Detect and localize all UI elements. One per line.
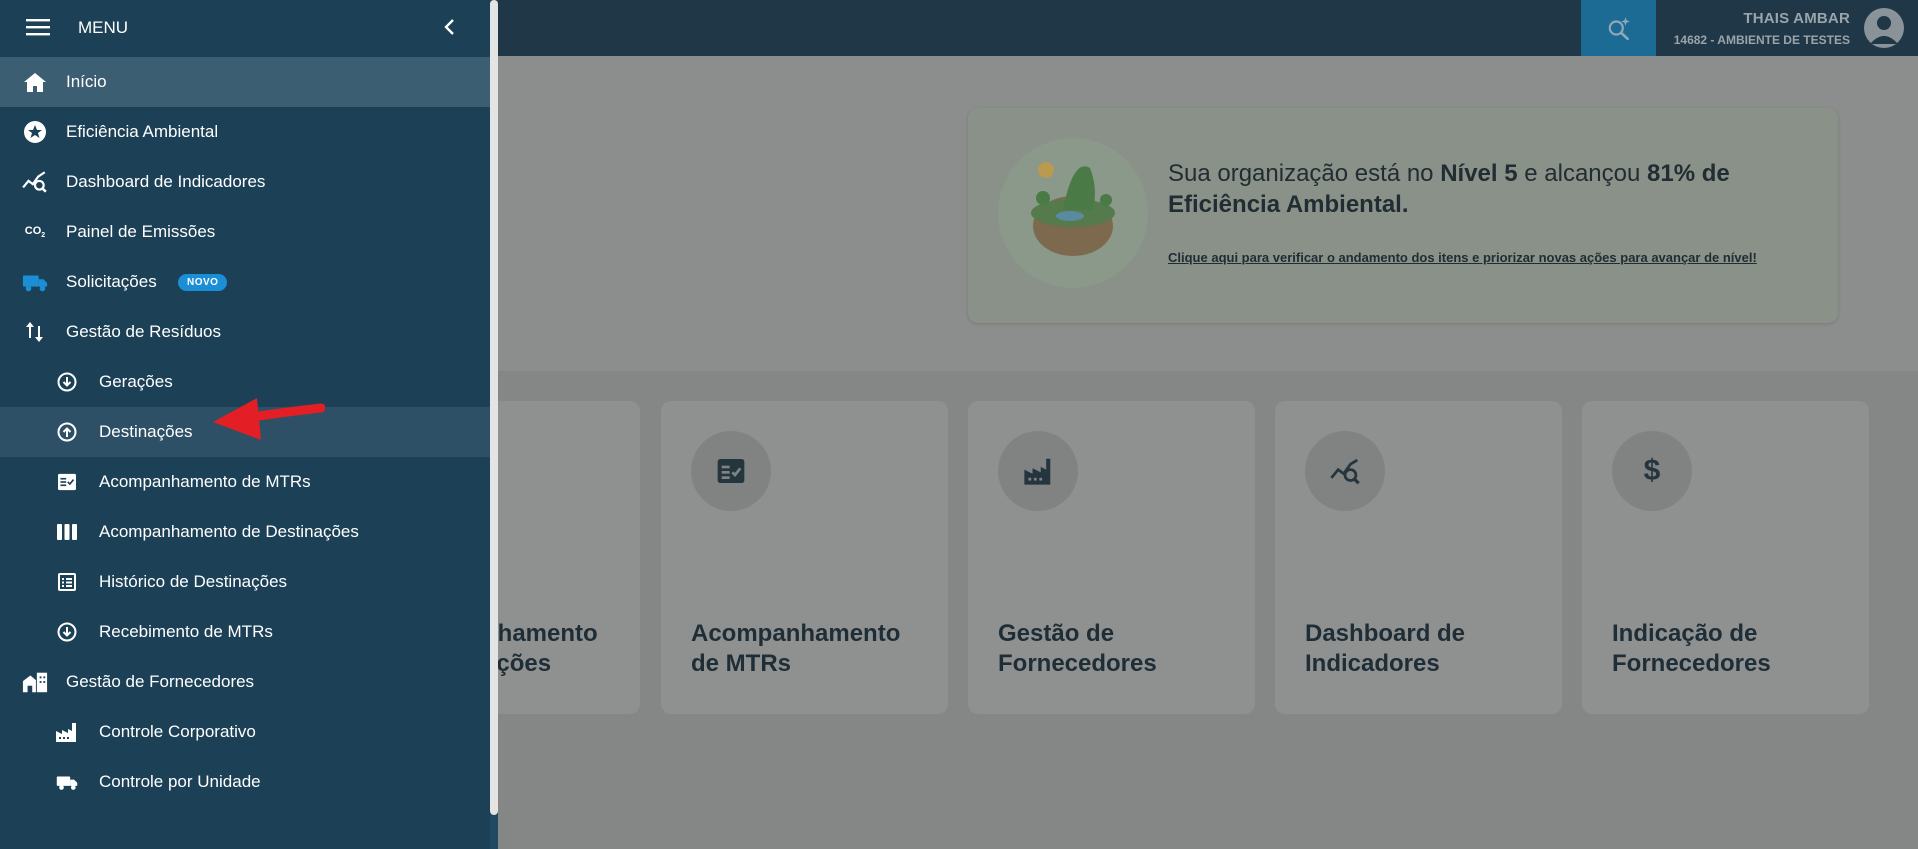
list-alt-icon	[54, 570, 80, 594]
sidebar-item-label: Acompanhamento de MTRs	[99, 472, 311, 491]
sidebar-item-label: Eficiência Ambiental	[66, 122, 219, 141]
arrow-up-circle-icon	[54, 420, 80, 444]
sidebar-item-inicio[interactable]: Início	[0, 57, 490, 107]
level-message: Sua organização está no Nível 5 e alcanç…	[1168, 158, 1808, 220]
arrow-down-circle-icon	[54, 620, 80, 644]
sidebar-item-dashboard[interactable]: Dashboard de Indicadores	[0, 157, 490, 207]
sidebar-item-label: Destinações	[99, 422, 193, 441]
shortcut-card-mtrs[interactable]: Acompanhamento de MTRs	[661, 401, 948, 714]
star-circle-icon	[22, 120, 48, 144]
efficiency-level-card[interactable]: Sua organização está no Nível 5 e alcanç…	[968, 108, 1838, 323]
sidebar-item-label: Controle por Unidade	[99, 772, 261, 791]
sidebar-item-historico-destinacoes[interactable]: Histórico de Destinações	[0, 557, 490, 607]
card-title: Indicação de Fornecedores	[1612, 620, 1771, 677]
home-icon	[22, 70, 48, 94]
co2-icon: CO2	[24, 224, 46, 240]
sidebar-item-gestao-fornecedores[interactable]: Gestão de Fornecedores	[0, 657, 490, 707]
sidebar-item-solicitacoes[interactable]: Solicitações NOVO	[0, 257, 490, 307]
level-text-part: Sua organização está no	[1168, 160, 1441, 187]
shortcut-card-supplier-referral[interactable]: $ Indicação de Fornecedores	[1582, 401, 1869, 714]
hamburger-icon[interactable]	[26, 17, 50, 37]
swap-vertical-icon	[22, 320, 48, 344]
user-name: THAIS AMBAR	[1743, 10, 1850, 27]
sidebar-item-acompanhamento-mtrs[interactable]: Acompanhamento de MTRs	[0, 457, 490, 507]
sidebar-item-label: Recebimento de MTRs	[99, 622, 273, 641]
sidebar-menu: MENU Início Eficiência Ambiental Dashboa…	[0, 0, 498, 849]
card-title: Acompanhamento de MTRs	[691, 620, 901, 677]
checklist-icon	[54, 470, 80, 494]
sidebar-item-label: Gestão de Resíduos	[66, 322, 221, 341]
factory-icon	[54, 720, 80, 744]
shortcut-card-dashboard[interactable]: Dashboard de Indicadores	[1275, 401, 1562, 714]
truck-small-icon	[54, 770, 80, 794]
sidebar-scrollbar-thumb[interactable]	[490, 0, 498, 815]
chart-search-icon	[1305, 431, 1385, 511]
sidebar-item-label: Histórico de Destinações	[99, 572, 288, 591]
dollar-icon: $	[1612, 431, 1692, 511]
sidebar-item-controle-corporativo[interactable]: Controle Corporativo	[0, 707, 490, 757]
search-button[interactable]	[1581, 0, 1656, 56]
globe-illustration	[998, 138, 1148, 288]
shortcut-card-suppliers[interactable]: Gestão de Fornecedores	[968, 401, 1255, 714]
sidebar-header: MENU	[0, 0, 498, 56]
sidebar-item-label: Solicitações	[66, 272, 157, 291]
truck-icon	[22, 270, 48, 294]
sidebar-item-label: Painel de Emissões	[66, 222, 216, 241]
sidebar-item-label: Dashboard de Indicadores	[66, 172, 266, 191]
factory-icon	[998, 431, 1078, 511]
checklist-icon	[691, 431, 771, 511]
sidebar-item-label: Acompanhamento de Destinações	[99, 522, 359, 541]
arrow-down-circle-icon	[54, 370, 80, 394]
buildings-icon	[22, 670, 48, 694]
card-title: Gestão de Fornecedores	[998, 620, 1157, 677]
sidebar-item-label: Gerações	[99, 372, 173, 391]
chart-search-icon	[22, 170, 48, 194]
user-avatar-icon[interactable]	[1864, 8, 1904, 48]
sidebar-item-emissoes[interactable]: CO2 Painel de Emissões	[0, 207, 490, 257]
level-value: Nível 5	[1440, 160, 1518, 187]
sidebar-item-gestao-residuos[interactable]: Gestão de Resíduos	[0, 307, 490, 357]
sidebar-item-eficiencia[interactable]: Eficiência Ambiental	[0, 107, 490, 157]
level-text-part: e alcançou	[1517, 160, 1648, 187]
user-environment: 14682 - AMBIENTE DE TESTES	[1673, 33, 1850, 47]
sidebar-item-controle-unidade[interactable]: Controle por Unidade	[0, 757, 490, 807]
sidebar-item-label: Gestão de Fornecedores	[66, 672, 255, 691]
columns-icon	[54, 520, 80, 544]
sidebar-item-label: Início	[66, 72, 107, 91]
menu-title: MENU	[78, 18, 129, 37]
search-sparkle-icon	[1608, 17, 1630, 41]
card-title: Dashboard de Indicadores	[1305, 620, 1466, 677]
sidebar-item-acompanhamento-destinacoes[interactable]: Acompanhamento de Destinações	[0, 507, 490, 557]
sidebar-item-label: Controle Corporativo	[99, 722, 256, 741]
sidebar-item-recebimento-mtrs[interactable]: Recebimento de MTRs	[0, 607, 490, 657]
new-badge: NOVO	[178, 274, 228, 291]
annotation-arrow-icon	[213, 398, 325, 440]
user-info[interactable]: THAIS AMBAR 14682 - AMBIENTE DE TESTES	[1674, 10, 1850, 47]
level-details-link[interactable]: Clique aqui para verificar o andamento d…	[1168, 250, 1757, 265]
collapse-chevron-icon[interactable]	[442, 18, 458, 36]
